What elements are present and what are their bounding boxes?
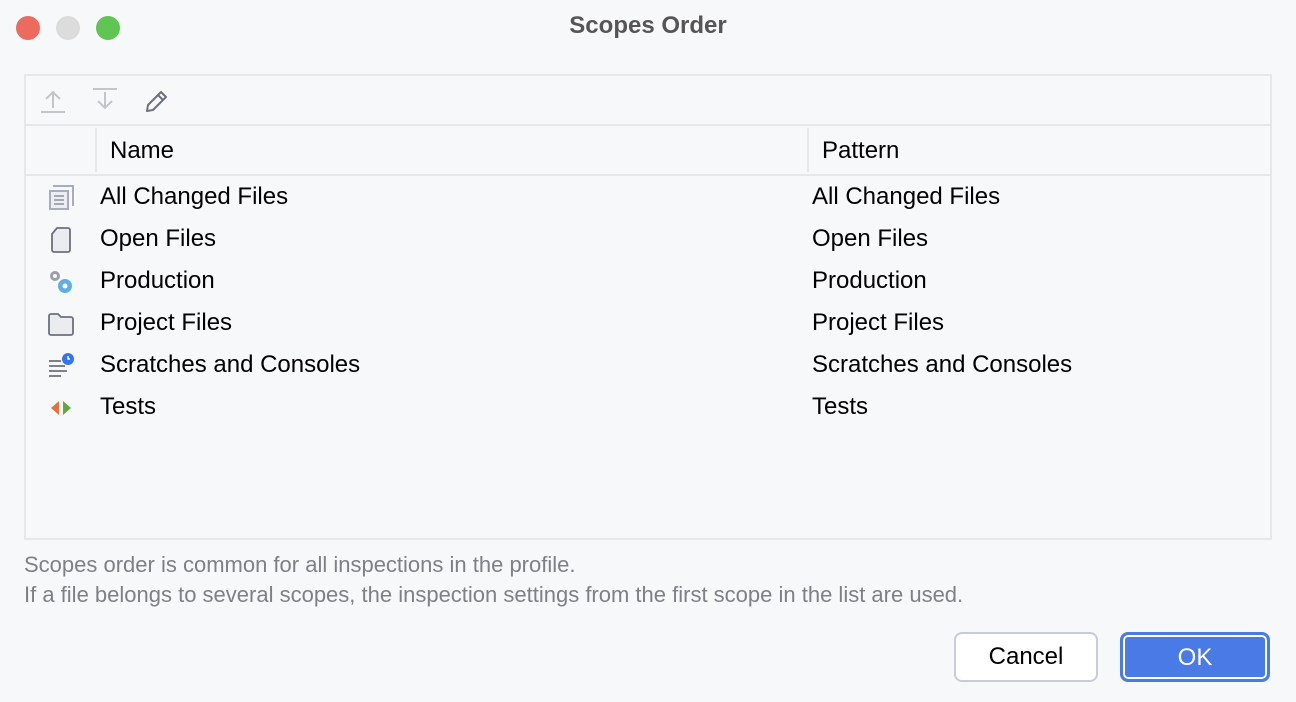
toolbar	[26, 76, 1270, 126]
scratches-icon	[46, 351, 76, 381]
folder-icon	[46, 309, 76, 339]
scope-name: Production	[100, 267, 215, 295]
cancel-button[interactable]: Cancel	[954, 632, 1098, 682]
ok-button[interactable]: OK	[1120, 632, 1270, 682]
scope-name: All Changed Files	[100, 183, 288, 211]
table-row[interactable]: All Changed Files All Changed Files	[26, 176, 1270, 218]
scope-pattern: Scratches and Consoles	[812, 351, 1072, 379]
arrow-up-icon[interactable]	[38, 86, 68, 116]
table-row[interactable]: Project Files Project Files	[26, 302, 1270, 344]
table-row[interactable]: Scratches and Consoles Scratches and Con…	[26, 344, 1270, 386]
scope-name: Scratches and Consoles	[100, 351, 360, 379]
scope-pattern: Open Files	[812, 225, 928, 253]
arrow-down-icon[interactable]	[90, 86, 120, 116]
scopes-table-panel: Name Pattern All Changed Files All Chang…	[24, 74, 1272, 540]
scope-name: Project Files	[100, 309, 232, 337]
tests-icon	[46, 393, 76, 423]
table-row[interactable]: Production Production	[26, 260, 1270, 302]
gears-icon	[46, 267, 76, 297]
scope-name: Open Files	[100, 225, 216, 253]
note-line-1: Scopes order is common for all inspectio…	[24, 552, 575, 578]
table-row[interactable]: Tests Tests	[26, 386, 1270, 428]
changed-files-icon	[46, 183, 76, 213]
scope-pattern: Production	[812, 267, 927, 295]
scope-pattern: Project Files	[812, 309, 944, 337]
note-line-2: If a file belongs to several scopes, the…	[24, 582, 963, 608]
scope-pattern: Tests	[812, 393, 868, 421]
scope-pattern: All Changed Files	[812, 183, 1000, 211]
table-header: Name Pattern	[26, 126, 1270, 176]
file-icon	[46, 225, 76, 255]
window-title: Scopes Order	[0, 12, 1296, 40]
scope-name: Tests	[100, 393, 156, 421]
column-header-name[interactable]: Name	[110, 137, 174, 165]
table-row[interactable]: Open Files Open Files	[26, 218, 1270, 260]
column-header-pattern[interactable]: Pattern	[822, 137, 899, 165]
pencil-icon[interactable]	[142, 86, 172, 116]
